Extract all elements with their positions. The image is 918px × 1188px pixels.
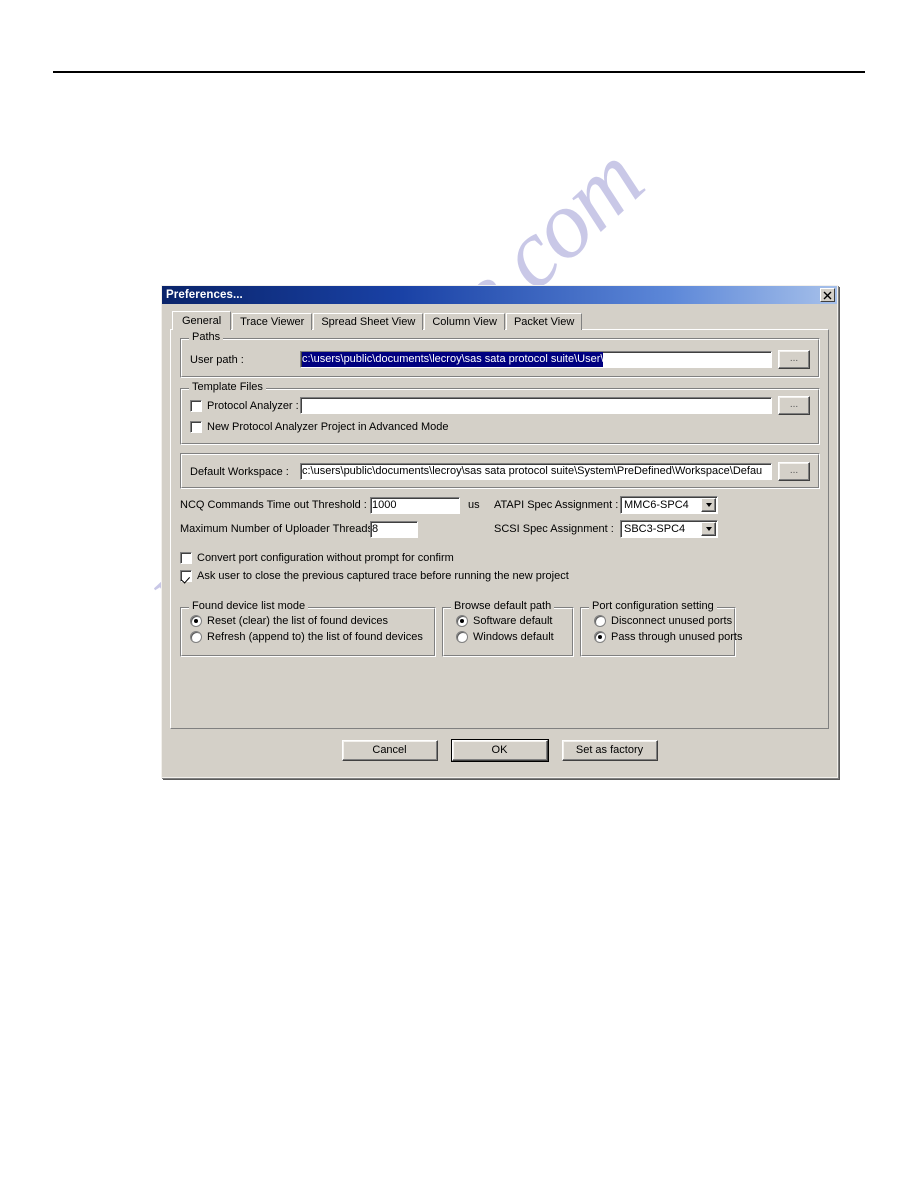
radio-refresh-found-devices-label: Refresh (append to) the list of found de… — [207, 631, 423, 643]
advanced-mode-checkbox[interactable] — [190, 421, 202, 433]
ncq-threshold-input[interactable]: 1000 — [370, 496, 460, 514]
tab-spread-sheet-view[interactable]: Spread Sheet View — [313, 313, 424, 330]
default-workspace-group: Default Workspace : c:\users\public\docu… — [180, 453, 820, 489]
user-path-label: User path : — [190, 353, 244, 366]
user-path-value: c:\users\public\documents\lecroy\sas sat… — [302, 352, 604, 367]
cancel-button[interactable]: Cancel — [341, 740, 438, 761]
preferences-dialog: Preferences... General Trace Viewer Spre… — [161, 285, 838, 778]
radio-windows-default-indicator[interactable] — [456, 631, 468, 643]
settings-area: NCQ Commands Time out Threshold : 1000 u… — [180, 496, 820, 582]
general-tab-panel: Paths User path : c:\users\public\docume… — [170, 329, 829, 729]
ok-button[interactable]: OK — [450, 739, 549, 762]
user-path-input[interactable]: c:\users\public\documents\lecroy\sas sat… — [300, 351, 772, 368]
radio-pass-through-unused-ports-indicator[interactable] — [594, 631, 606, 643]
found-device-list-mode-title: Found device list mode — [189, 601, 309, 612]
uploader-threads-label: Maximum Number of Uploader Threads: — [180, 523, 377, 535]
tab-trace-viewer[interactable]: Trace Viewer — [232, 313, 313, 330]
radio-software-default[interactable]: Software default — [456, 615, 564, 627]
chevron-down-icon[interactable] — [701, 522, 716, 536]
ask-close-trace-label: Ask user to close the previous captured … — [197, 570, 569, 582]
template-files-group-title: Template Files — [189, 382, 266, 393]
found-device-list-mode-group: Found device list mode Reset (clear) the… — [180, 601, 436, 657]
convert-port-config-label: Convert port configuration without promp… — [197, 552, 454, 564]
port-configuration-setting-group: Port configuration setting Disconnect un… — [580, 601, 742, 657]
scsi-spec-value: SBC3-SPC4 — [624, 523, 686, 535]
browse-default-path-title: Browse default path — [451, 601, 555, 612]
paths-group-title: Paths — [189, 332, 224, 343]
page-header-rule — [53, 71, 865, 73]
dialog-button-bar: Cancel OK Set as factory — [170, 739, 829, 762]
radio-disconnect-unused-ports-label: Disconnect unused ports — [611, 615, 733, 627]
protocol-analyzer-checkbox[interactable] — [190, 399, 202, 412]
atapi-spec-select[interactable]: MMC6-SPC4 — [620, 496, 718, 514]
protocol-analyzer-label: Protocol Analyzer : — [207, 399, 299, 412]
radio-software-default-label: Software default — [473, 615, 553, 627]
scsi-spec-label: SCSI Spec Assignment : — [494, 523, 614, 535]
ncq-threshold-label: NCQ Commands Time out Threshold : — [180, 499, 367, 511]
uploader-threads-value: 8 — [372, 522, 379, 535]
protocol-analyzer-browse-button[interactable]: ... — [778, 396, 810, 415]
radio-windows-default[interactable]: Windows default — [456, 631, 564, 643]
radio-reset-found-devices-indicator[interactable] — [190, 615, 202, 627]
radio-disconnect-unused-ports-indicator[interactable] — [594, 615, 606, 627]
radio-pass-through-unused-ports-label: Pass through unused ports — [611, 631, 743, 643]
ncq-threshold-unit: us — [468, 499, 480, 511]
radio-reset-found-devices-label: Reset (clear) the list of found devices — [207, 615, 388, 627]
template-files-group: Template Files Protocol Analyzer : ... N… — [180, 382, 820, 445]
dialog-title: Preferences... — [166, 289, 243, 301]
protocol-analyzer-input[interactable] — [300, 397, 772, 414]
convert-port-config-checkbox[interactable] — [180, 552, 192, 564]
tabstrip: General Trace Viewer Spread Sheet View C… — [170, 311, 829, 330]
radio-windows-default-label: Windows default — [473, 631, 554, 643]
default-workspace-label: Default Workspace : — [190, 465, 289, 478]
radio-disconnect-unused-ports[interactable]: Disconnect unused ports — [594, 615, 732, 627]
atapi-spec-value: MMC6-SPC4 — [624, 499, 689, 511]
dialog-body: General Trace Viewer Spread Sheet View C… — [162, 304, 837, 777]
scsi-spec-select[interactable]: SBC3-SPC4 — [620, 520, 718, 538]
atapi-spec-label: ATAPI Spec Assignment : — [494, 499, 619, 511]
radio-refresh-found-devices-indicator[interactable] — [190, 631, 202, 643]
default-workspace-browse-button[interactable]: ... — [778, 462, 810, 481]
paths-group: Paths User path : c:\users\public\docume… — [180, 332, 820, 378]
tab-packet-view[interactable]: Packet View — [505, 313, 583, 330]
user-path-browse-button[interactable]: ... — [778, 350, 810, 369]
default-workspace-value: c:\users\public\documents\lecroy\sas sat… — [302, 465, 763, 477]
browse-default-path-group: Browse default path Software default Win… — [442, 601, 574, 657]
advanced-mode-label: New Protocol Analyzer Project in Advance… — [207, 421, 449, 433]
radio-software-default-indicator[interactable] — [456, 615, 468, 627]
close-icon[interactable] — [820, 288, 835, 302]
set-as-factory-button[interactable]: Set as factory — [561, 740, 658, 761]
radio-reset-found-devices[interactable]: Reset (clear) the list of found devices — [190, 615, 426, 627]
default-workspace-input[interactable]: c:\users\public\documents\lecroy\sas sat… — [300, 463, 772, 480]
radio-refresh-found-devices[interactable]: Refresh (append to) the list of found de… — [190, 631, 426, 643]
ncq-threshold-value: 1000 — [372, 498, 397, 511]
uploader-threads-input[interactable]: 8 — [370, 520, 418, 538]
radio-pass-through-unused-ports[interactable]: Pass through unused ports — [594, 631, 742, 643]
port-configuration-setting-title: Port configuration setting — [589, 601, 717, 612]
tab-column-view[interactable]: Column View — [424, 313, 505, 330]
dialog-titlebar: Preferences... — [162, 286, 837, 304]
chevron-down-icon[interactable] — [701, 498, 716, 512]
ask-close-trace-checkbox[interactable] — [180, 570, 192, 582]
tab-general[interactable]: General — [172, 311, 232, 330]
